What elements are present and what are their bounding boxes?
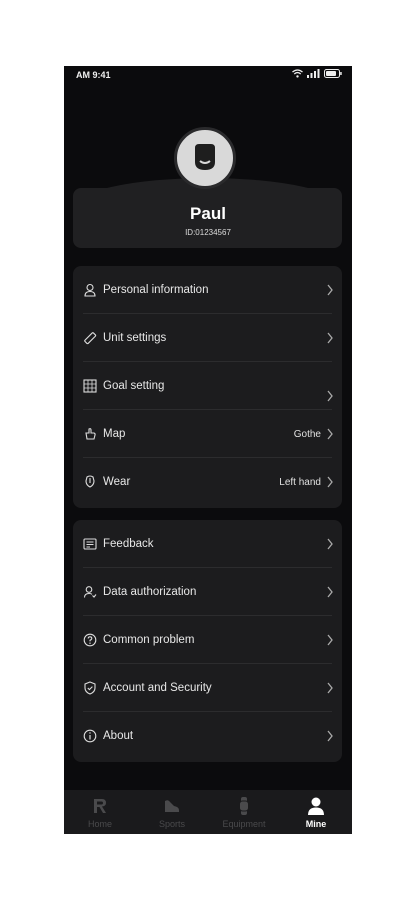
menu-item-feedback[interactable]: Feedback: [73, 520, 342, 568]
menu-value: Left hand: [279, 477, 321, 488]
tab-mine[interactable]: Mine: [280, 790, 352, 834]
watch-icon: [85, 475, 95, 488]
user-icon: [308, 797, 324, 815]
menu-item-map[interactable]: Map Gothe: [73, 410, 342, 458]
wifi-icon: [292, 69, 303, 78]
chevron-right-icon: [327, 428, 333, 440]
face-icon: [195, 144, 215, 170]
menu-label: Unit settings: [103, 332, 167, 344]
person-icon: [84, 283, 96, 297]
bottom-tab-bar: Home Sports Equipment Mine: [64, 790, 352, 834]
chevron-right-icon: [327, 634, 333, 646]
tab-equipment[interactable]: Equipment: [208, 790, 280, 834]
menu-label: Common problem: [103, 634, 195, 646]
shoe-icon: [165, 800, 179, 812]
menu-item-account-security[interactable]: Account and Security: [73, 664, 342, 712]
chevron-right-icon: [327, 476, 333, 488]
tab-sports[interactable]: Sports: [136, 790, 208, 834]
menu-label: Goal setting: [103, 380, 165, 392]
target-icon: [83, 379, 97, 393]
menu-label: Feedback: [103, 538, 154, 550]
tab-label: Mine: [305, 819, 327, 829]
user-id: ID:01234567: [185, 228, 231, 237]
user-auth-icon: [83, 586, 97, 598]
menu-item-wear[interactable]: Wear Left hand: [73, 458, 342, 506]
watch-device-icon: [239, 797, 249, 815]
phone-screen: AM 9:41 Paul ID:01234567 Personal inform…: [64, 66, 352, 834]
menu-item-common-problem[interactable]: Common problem: [73, 616, 342, 664]
menu-label: Wear: [103, 476, 131, 488]
status-icons: [292, 69, 342, 78]
menu-value: Gothe: [293, 429, 321, 440]
shield-icon: [84, 681, 96, 695]
status-time: AM 9:41: [76, 70, 111, 80]
tab-label: Home: [87, 819, 112, 829]
feedback-icon: [83, 538, 97, 550]
menu-item-about[interactable]: About: [73, 712, 342, 760]
chevron-right-icon: [327, 730, 333, 742]
question-icon: [83, 633, 97, 647]
chevron-right-icon: [327, 586, 333, 598]
menu-label: Account and Security: [103, 682, 212, 694]
menu-label: Personal information: [103, 284, 209, 296]
tab-label: Equipment: [222, 819, 266, 829]
settings-group-secondary: Feedback Data authorization Common probl…: [73, 520, 342, 762]
map-icon: [85, 428, 96, 440]
user-name: Paul: [190, 204, 226, 223]
home-logo-icon: [94, 799, 106, 813]
menu-label: Map: [103, 428, 126, 440]
chevron-right-icon: [327, 538, 333, 550]
signal-icon: [307, 69, 320, 78]
menu-item-unit-settings[interactable]: Unit settings: [73, 314, 342, 362]
chevron-right-icon: [327, 682, 333, 694]
menu-item-goal-setting[interactable]: Goal setting: [73, 362, 342, 410]
battery-icon: [324, 69, 342, 78]
tab-home[interactable]: Home: [64, 790, 136, 834]
avatar[interactable]: [174, 127, 236, 189]
info-icon: [83, 729, 97, 743]
tab-label: Sports: [158, 819, 185, 829]
menu-item-personal-information[interactable]: Personal information: [73, 266, 342, 314]
chevron-right-icon: [327, 390, 333, 402]
chevron-right-icon: [327, 284, 333, 296]
menu-label: Data authorization: [103, 586, 197, 598]
menu-label: About: [103, 730, 134, 742]
menu-item-data-authorization[interactable]: Data authorization: [73, 568, 342, 616]
ruler-icon: [84, 332, 97, 345]
chevron-right-icon: [327, 332, 333, 344]
status-bar: AM 9:41: [64, 66, 352, 84]
settings-group-primary: Personal information Unit settings Goal …: [73, 266, 342, 508]
